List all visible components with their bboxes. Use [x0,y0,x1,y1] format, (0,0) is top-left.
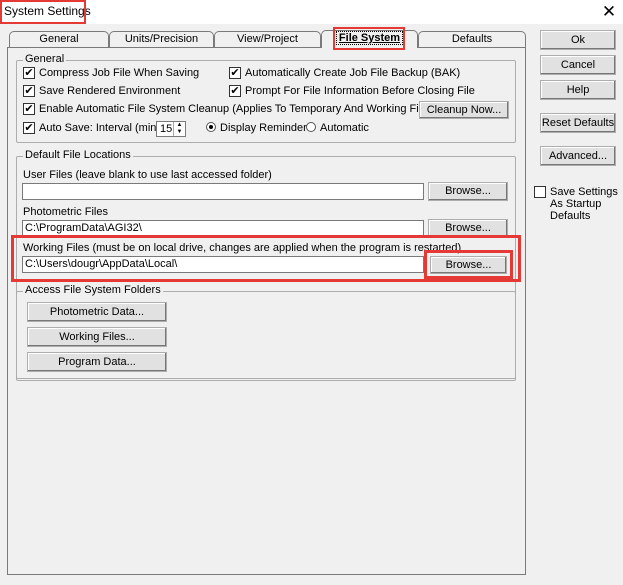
user-files-label: User Files (leave blank to use last acce… [23,169,272,181]
spinner-up-icon[interactable]: ▲ [174,122,185,129]
user-files-input[interactable] [22,183,424,200]
tab-general[interactable]: General [9,31,109,47]
tab-highlight-annotation [333,27,405,50]
autosave-checkbox[interactable]: ✔ [23,122,35,134]
reset-defaults-button[interactable]: Reset Defaults [540,113,616,133]
locations-group-label: Default File Locations [23,149,133,161]
save-rendered-checkbox[interactable]: ✔ [23,85,35,97]
title-bar [0,0,623,24]
tab-view-project[interactable]: View/Project [214,31,321,47]
general-group-label: General [23,53,67,65]
cleanup-label: Enable Automatic File System Cleanup (Ap… [39,103,463,115]
save-rendered-label: Save Rendered Environment [39,85,181,97]
help-button[interactable]: Help [540,80,616,100]
save-startup-checkbox[interactable] [534,186,546,198]
spinner-down-icon[interactable]: ▼ [174,129,185,136]
display-reminder-label: Display Reminder [220,122,307,134]
automatic-radio[interactable] [306,122,316,132]
tab-defaults[interactable]: Defaults [418,31,526,47]
automatic-label: Automatic [320,122,369,134]
ok-button[interactable]: Ok [540,30,616,50]
spinner-buttons[interactable]: ▲ ▼ [173,122,185,136]
access-group-label: Access File System Folders [23,284,163,296]
tab-units-precision[interactable]: Units/Precision [109,31,214,47]
save-startup-label: Save Settings As Startup Defaults [550,186,618,222]
autosave-label: Auto Save: Interval (min.) [39,122,164,134]
prompt-info-checkbox[interactable]: ✔ [229,85,241,97]
cleanup-now-button[interactable]: Cleanup Now... [419,101,509,119]
photometric-data-button[interactable]: Photometric Data... [27,302,167,322]
prompt-info-label: Prompt For File Information Before Closi… [245,85,475,97]
compress-label: Compress Job File When Saving [39,67,200,79]
photometric-files-label: Photometric Files [23,206,108,218]
auto-backup-checkbox[interactable]: ✔ [229,67,241,79]
title-highlight-annotation [0,0,86,24]
display-reminder-radio[interactable] [206,122,216,132]
advanced-button[interactable]: Advanced... [540,146,616,166]
auto-backup-label: Automatically Create Job File Backup (BA… [245,67,461,79]
compress-checkbox[interactable]: ✔ [23,67,35,79]
program-data-button[interactable]: Program Data... [27,352,167,372]
close-icon[interactable]: ✕ [597,1,621,23]
autosave-interval-value: 15 [160,123,173,135]
working-files-button[interactable]: Working Files... [27,327,167,347]
user-files-browse-button[interactable]: Browse... [428,182,508,201]
cancel-button[interactable]: Cancel [540,55,616,75]
autosave-interval-spinner[interactable]: 15 ▲ ▼ [156,121,186,137]
cleanup-checkbox[interactable]: ✔ [23,103,35,115]
browse-highlight-annotation [424,250,513,279]
